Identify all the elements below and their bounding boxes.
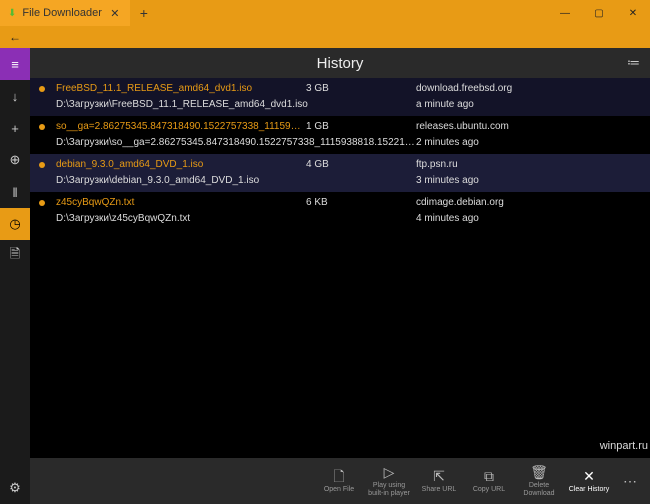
sidebar-item-file[interactable]: 🗎 [0,240,30,272]
file-time: 3 minutes ago [416,174,640,188]
clear-history-button[interactable]: ✕ Clear History [566,468,612,494]
titlebar: ⬇ File Downloader ✕ + — ▢ ✕ [0,0,650,26]
play-label: Play using built-in player [366,482,412,498]
sidebar-item-add[interactable]: + [0,112,30,144]
copy-url-button[interactable]: ⧉ Copy URL [466,468,512,494]
play-icon: ▷ [384,464,395,480]
status-dot-icon [39,162,45,168]
file-host: releases.ubuntu.com [416,120,640,134]
tab-file-downloader[interactable]: ⬇ File Downloader ✕ [0,0,130,26]
open-file-button[interactable]: 🗋 Open File [316,468,362,494]
sidebar-item-pause[interactable]: ‖ [0,176,30,208]
history-row[interactable]: FreeBSD_11.1_RELEASE_amd64_dvd1.iso 3 GB… [30,78,650,116]
minimize-button[interactable]: — [548,0,582,26]
sidebar-item-settings[interactable]: ⚙ [0,472,30,504]
share-label: Share URL [422,486,457,494]
window-close-button[interactable]: ✕ [616,0,650,26]
file-host: cdimage.debian.org [416,196,640,210]
file-name: FreeBSD_11.1_RELEASE_amd64_dvd1.iso [56,82,306,96]
close-icon: ✕ [583,468,595,484]
tab-label: File Downloader [22,7,101,19]
file-size: 6 KB [306,196,416,210]
file-path: D:\Загрузки\debian_9.3.0_amd64_DVD_1.iso [56,174,416,188]
status-dot-icon [39,124,45,130]
file-path: D:\Загрузки\FreeBSD_11.1_RELEASE_amd64_d… [56,98,416,112]
clear-label: Clear History [569,486,609,494]
sidebar-spacer [0,272,30,472]
main: History ≔ FreeBSD_11.1_RELEASE_amd64_dvd… [30,48,650,504]
maximize-button[interactable]: ▢ [582,0,616,26]
delete-download-button[interactable]: 🗑 Delete Download [516,464,562,498]
file-name: debian_9.3.0_amd64_DVD_1.iso [56,158,306,172]
copy-label: Copy URL [473,486,505,494]
sidebar-item-history[interactable]: ◷ [0,208,30,240]
open-file-label: Open File [324,486,354,494]
listview-icon[interactable]: ≔ [627,55,640,71]
file-host: ftp.psn.ru [416,158,640,172]
file-time: 4 minutes ago [416,212,640,226]
play-button[interactable]: ▷ Play using built-in player [366,464,412,498]
history-row[interactable]: debian_9.3.0_amd64_DVD_1.iso 4 GB ftp.ps… [30,154,650,192]
history-row[interactable]: so__ga=2.86275345.847318490.1522757338_1… [30,116,650,154]
sidebar-item-web[interactable]: ⊕ [0,144,30,176]
file-size: 4 GB [306,158,416,172]
back-button[interactable]: ← [0,30,30,44]
file-name: so__ga=2.86275345.847318490.1522757338_1… [56,120,306,134]
app-body: ≡ ↓ + ⊕ ‖ ◷ 🗎 ⚙ History ≔ FreeBSD_11.1_R… [0,48,650,504]
file-size: 3 GB [306,82,416,96]
file-host: download.freebsd.org [416,82,640,96]
file-name: z45cyBqwQZn.txt [56,196,306,210]
tab-close-icon[interactable]: ✕ [108,6,122,20]
subbar: ← [0,26,650,48]
file-icon: 🗋 [333,468,344,484]
file-path: D:\Загрузки\so__ga=2.86275345.847318490.… [56,136,416,150]
status-dot-icon [39,200,45,206]
copy-icon: ⧉ [484,468,494,484]
page-title: History [317,55,364,72]
file-path: D:\Загрузки\z45cyBqwQZn.txt [56,212,416,226]
file-time: a minute ago [416,98,640,112]
trash-icon: 🗑 [530,464,548,480]
delete-label: Delete Download [516,482,562,498]
share-url-button[interactable]: ⇱ Share URL [416,468,462,494]
status-dot-icon [39,86,45,92]
bottombar: 🗋 Open File ▷ Play using built-in player… [30,458,650,504]
download-icon: ⬇ [8,8,16,19]
header: History ≔ [30,48,650,78]
history-list: FreeBSD_11.1_RELEASE_amd64_dvd1.iso 3 GB… [30,78,650,458]
sidebar-item-downloads[interactable]: ↓ [0,80,30,112]
file-time: 2 minutes ago [416,136,640,150]
more-button[interactable]: ⋯ [616,473,644,490]
share-icon: ⇱ [433,468,445,484]
sidebar: ≡ ↓ + ⊕ ‖ ◷ 🗎 ⚙ [0,48,30,504]
menu-button[interactable]: ≡ [0,48,30,80]
titlebar-spacer [158,0,548,26]
history-row[interactable]: z45cyBqwQZn.txt 6 KB cdimage.debian.org … [30,192,650,230]
file-size: 1 GB [306,120,416,134]
new-tab-button[interactable]: + [130,0,158,26]
